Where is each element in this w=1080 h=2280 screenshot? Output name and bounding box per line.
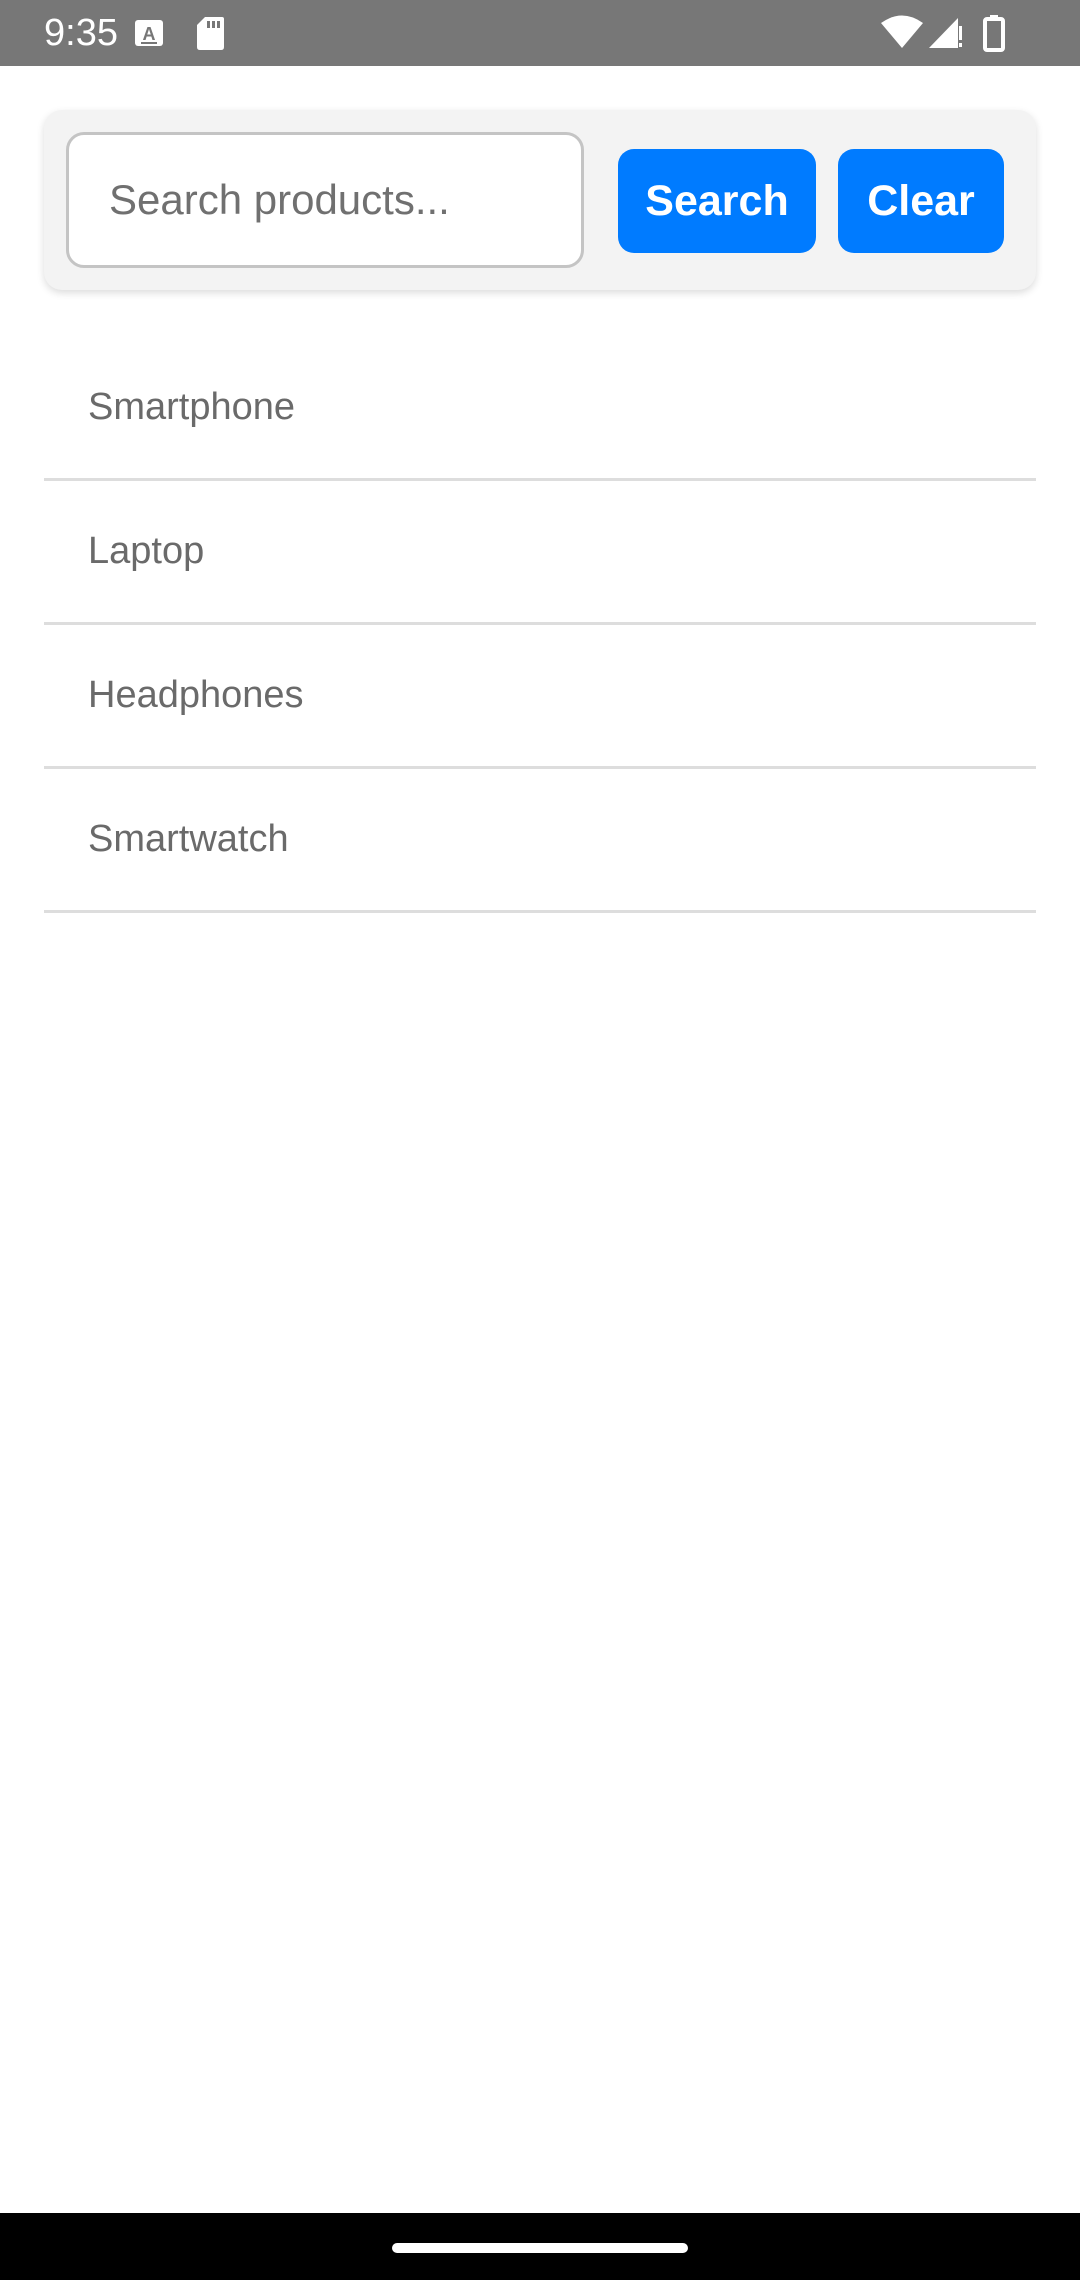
clear-button[interactable]: Clear xyxy=(838,149,1004,253)
list-item[interactable]: Laptop xyxy=(44,481,1036,625)
status-time: 9:35 xyxy=(44,12,118,54)
font-notification-icon: A xyxy=(134,14,164,52)
wifi-icon xyxy=(880,14,924,52)
app-screen: 9:35 A Search products... Search Clear S… xyxy=(0,0,1080,2280)
battery-icon xyxy=(982,14,1006,52)
sd-card-icon xyxy=(196,14,224,52)
product-list: Smartphone Laptop Headphones Smartwatch xyxy=(44,337,1036,913)
search-button[interactable]: Search xyxy=(618,149,816,253)
list-item[interactable]: Smartphone xyxy=(44,337,1036,481)
search-panel: Search Clear xyxy=(44,110,1036,290)
list-item[interactable]: Headphones xyxy=(44,625,1036,769)
search-input[interactable] xyxy=(66,132,584,268)
navigation-bar xyxy=(0,2213,1080,2280)
list-item[interactable]: Smartwatch xyxy=(44,769,1036,913)
cell-signal-icon xyxy=(928,14,964,52)
home-indicator[interactable] xyxy=(392,2243,688,2253)
status-bar: 9:35 A xyxy=(0,0,1080,66)
svg-text:A: A xyxy=(143,24,156,44)
